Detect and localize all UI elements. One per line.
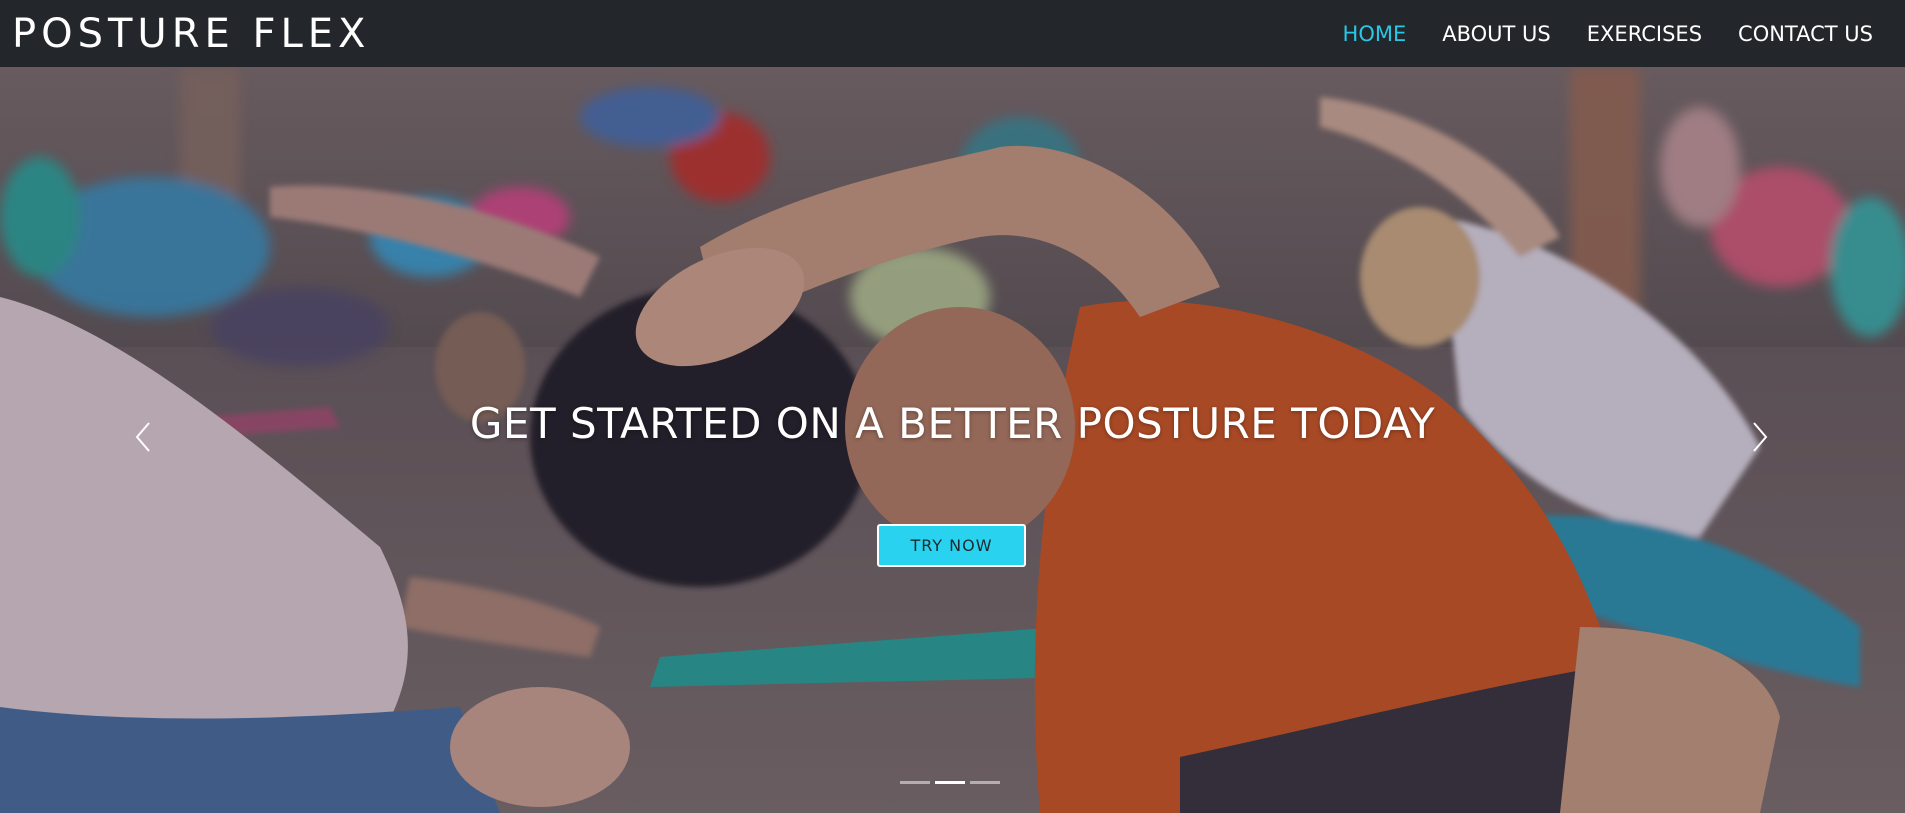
carousel-prev-button[interactable] — [131, 419, 155, 455]
try-now-button[interactable]: TRY NOW — [877, 524, 1026, 567]
hero-heading: GET STARTED ON A BETTER POSTURE TODAY — [469, 399, 1436, 448]
carousel-next-button[interactable] — [1748, 419, 1772, 455]
brand-logo[interactable]: POSTURE FLEX — [12, 14, 370, 54]
navbar: POSTURE FLEX HOME ABOUT US EXERCISES CON… — [0, 0, 1905, 67]
hero-carousel: GET STARTED ON A BETTER POSTURE TODAY TR… — [0, 67, 1905, 813]
carousel-indicator-3[interactable] — [970, 781, 1000, 784]
chevron-left-icon — [135, 422, 150, 452]
nav-contact-us[interactable]: CONTACT US — [1720, 22, 1873, 46]
nav-home[interactable]: HOME — [1325, 22, 1425, 46]
main-nav: HOME ABOUT US EXERCISES CONTACT US — [1325, 22, 1873, 46]
chevron-right-icon — [1753, 422, 1768, 452]
carousel-indicator-2[interactable] — [935, 781, 965, 784]
nav-about-us[interactable]: ABOUT US — [1424, 22, 1569, 46]
nav-exercises[interactable]: EXERCISES — [1569, 22, 1720, 46]
carousel-indicators — [900, 781, 1000, 784]
carousel-indicator-1[interactable] — [900, 781, 930, 784]
